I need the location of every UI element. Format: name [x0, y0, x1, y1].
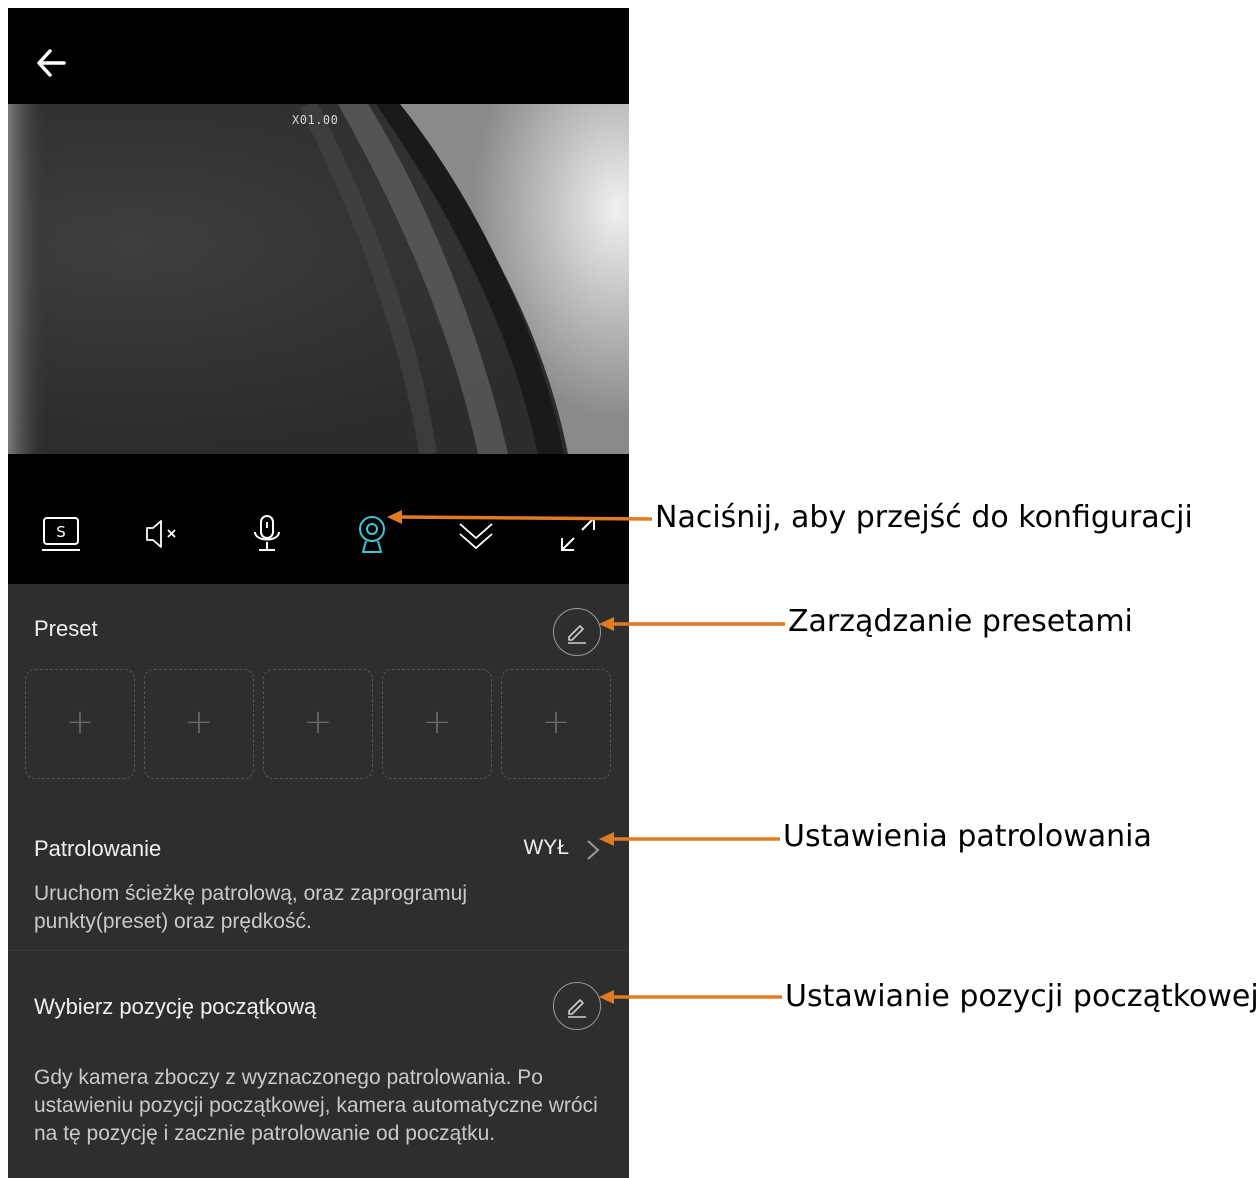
plus-icon: + [303, 702, 333, 742]
mute-icon[interactable] [139, 512, 183, 556]
top-bar [8, 8, 629, 104]
screenshot-icon[interactable]: S [39, 512, 83, 556]
home-position-title: Wybierz pozycję początkową [34, 994, 317, 1019]
annotation-home: Ustawianie pozycji początkowej [785, 979, 1256, 1014]
preset-title: Preset [34, 616, 98, 641]
patrol-row[interactable]: Patrolowanie WYŁ [8, 820, 629, 862]
ptz-camera-icon[interactable] [350, 512, 394, 556]
control-bar: S [8, 454, 629, 584]
preset-slot[interactable]: + [25, 669, 135, 779]
preset-edit-button[interactable] [553, 608, 601, 656]
home-position-edit-button[interactable] [553, 982, 601, 1030]
plus-icon: + [541, 702, 571, 742]
plus-icon: + [422, 702, 452, 742]
divider [8, 950, 629, 951]
ptz-settings-panel: Preset + + + + + Patrolowanie WYŁ Urucho… [8, 584, 629, 1178]
fullscreen-icon[interactable] [556, 512, 600, 556]
microphone-icon[interactable] [245, 512, 289, 556]
chevron-right-icon [583, 838, 603, 862]
svg-text:S: S [56, 523, 66, 541]
annotation-presets: Zarządzanie presetami [788, 604, 1133, 639]
patrol-title: Patrolowanie [34, 836, 162, 861]
pencil-icon [568, 625, 586, 644]
patrol-description: Uruchom ścieżkę patrolową, oraz zaprogra… [34, 882, 468, 933]
preset-slot[interactable]: + [501, 669, 611, 779]
pencil-icon [568, 999, 586, 1018]
plus-icon: + [65, 702, 95, 742]
video-feed[interactable]: X01.00 [8, 104, 629, 454]
plus-icon: + [184, 702, 214, 742]
annotation-config: Naciśnij, aby przejść do konfiguracji [655, 500, 1193, 535]
phone-screen: X01.00 S Preset + + + + + Patrolowanie W… [8, 8, 629, 1178]
video-frame [8, 104, 629, 454]
preset-slot[interactable]: + [263, 669, 373, 779]
zoom-level-label: X01.00 [292, 113, 339, 127]
annotation-patrol: Ustawienia patrolowania [783, 819, 1152, 854]
collapse-icon[interactable] [454, 512, 498, 556]
preset-slot[interactable]: + [144, 669, 254, 779]
home-position-description: Gdy kamera zboczy z wyznaczonego patrolo… [34, 1066, 598, 1145]
patrol-status-value: WYŁ [523, 836, 569, 859]
preset-slot[interactable]: + [382, 669, 492, 779]
back-arrow-icon[interactable] [34, 46, 74, 80]
